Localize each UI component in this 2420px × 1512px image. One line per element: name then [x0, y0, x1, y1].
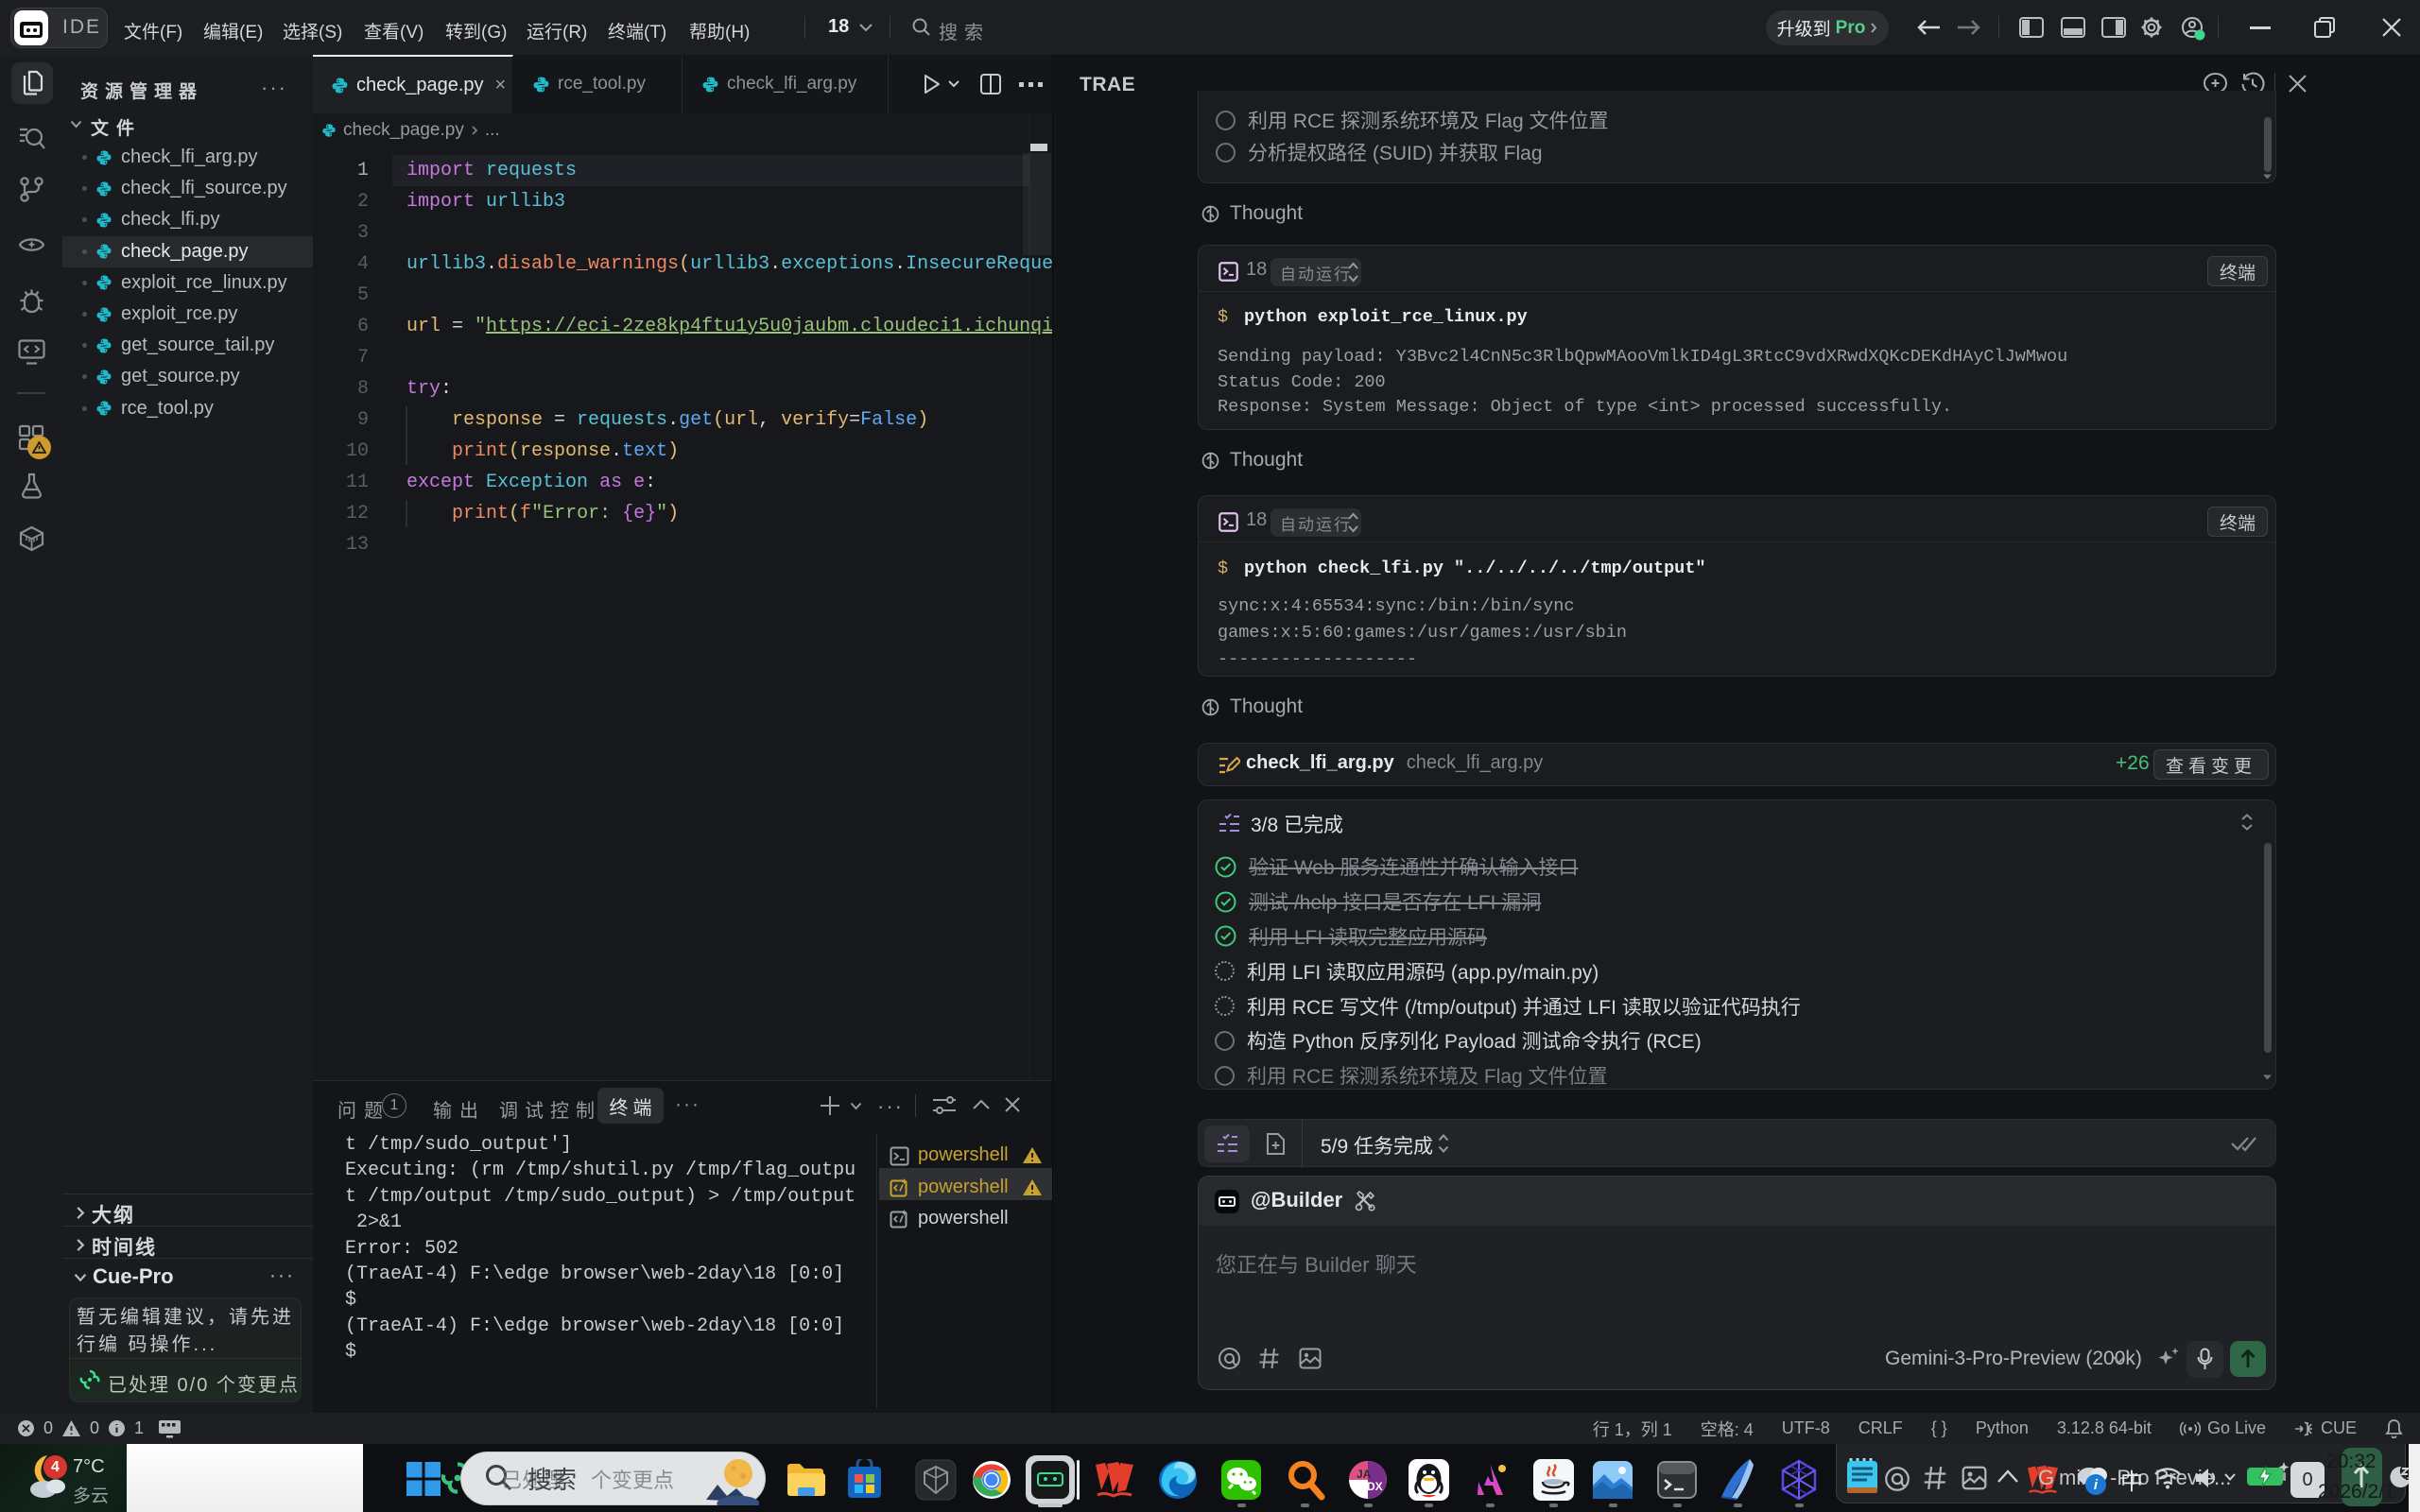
- svg-text:DX: DX: [1367, 1480, 1383, 1493]
- svg-text:JA: JA: [1357, 1468, 1372, 1481]
